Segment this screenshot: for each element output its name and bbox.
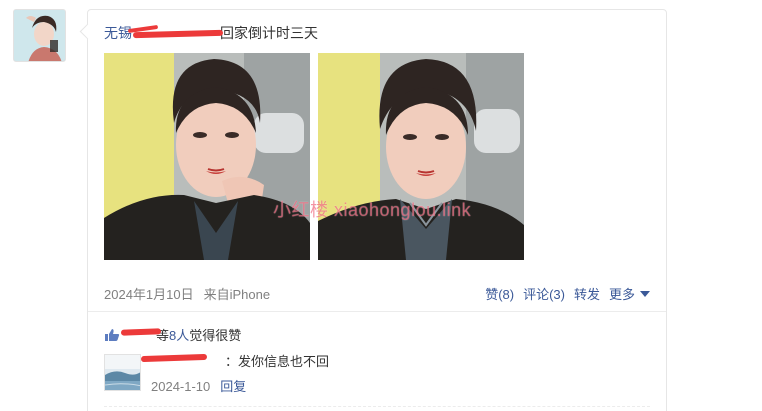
post-photo-2[interactable] bbox=[318, 53, 524, 260]
post-card: 无锡 回家倒计时三天 小红楼 xiaohonglou.link 2024年1月1… bbox=[79, 9, 667, 411]
more-label: 更多 bbox=[608, 287, 635, 302]
reply-button[interactable]: 回复 bbox=[220, 379, 246, 394]
post-content: 回家倒计时三天 bbox=[220, 25, 318, 41]
chevron-down-icon bbox=[640, 291, 650, 297]
photo-image bbox=[318, 53, 524, 260]
card-pointer bbox=[79, 23, 96, 40]
like-button[interactable]: 赞(8) bbox=[485, 287, 514, 302]
watermark-text: 小红楼 xiaohonglou.link bbox=[273, 200, 472, 220]
post-meta: 2024年1月10日 来自iPhone bbox=[104, 284, 270, 303]
commenter-avatar[interactable] bbox=[104, 354, 141, 391]
post-actions: 赞(8) 评论(3) 转发 更多 bbox=[485, 284, 650, 303]
post-photo-1[interactable] bbox=[104, 53, 310, 260]
comment-divider bbox=[104, 406, 650, 407]
post-date[interactable]: 2024年1月10日 bbox=[104, 287, 194, 302]
likes-count-link[interactable]: 8人 bbox=[169, 328, 189, 343]
comment-button[interactable]: 评论(3) bbox=[523, 287, 565, 302]
comment-content: ：发你信息也不回 bbox=[225, 354, 330, 369]
post-author-link[interactable]: 无锡 bbox=[104, 25, 132, 41]
comment-date: 2024-1-10 bbox=[151, 379, 211, 394]
commenter-avatar-image bbox=[105, 355, 140, 390]
likes-suffix: 觉得很赞 bbox=[189, 328, 242, 343]
comment-meta: 2024-1-10 回复 bbox=[151, 376, 246, 395]
post-source: 来自iPhone bbox=[203, 287, 271, 302]
section-divider bbox=[88, 311, 666, 312]
avatar-image bbox=[14, 10, 65, 61]
user-avatar[interactable] bbox=[13, 9, 66, 62]
more-button[interactable]: 更多 bbox=[609, 287, 650, 302]
thumbs-up-icon bbox=[104, 328, 120, 345]
photo-image bbox=[104, 53, 310, 260]
share-button[interactable]: 转发 bbox=[574, 287, 600, 302]
